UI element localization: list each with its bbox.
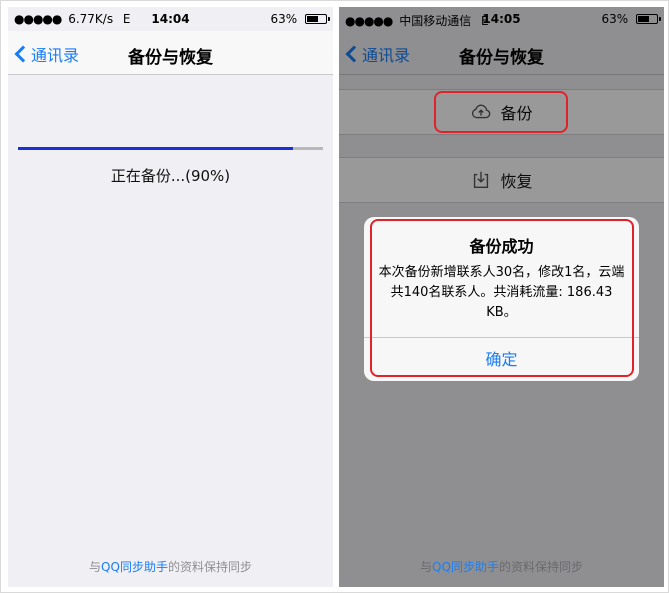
footer-sync-note: 与QQ同步助手的资料保持同步 (339, 558, 664, 575)
backup-progress-bar (18, 147, 323, 150)
battery-icon (305, 14, 330, 24)
footer-suffix: 的资料保持同步 (498, 560, 583, 574)
qq-sync-link[interactable]: QQ同步助手 (101, 560, 168, 574)
back-button[interactable]: 通讯录 (13, 42, 79, 66)
back-label: 通讯录 (31, 46, 80, 65)
footer-suffix: 的资料保持同步 (167, 560, 252, 574)
alert-message: 本次备份新增联系人30名，修改1名，云端共140名联系人。共消耗流量: 186.… (378, 265, 625, 320)
progress-status-text: 正在备份...(90%) (110, 167, 231, 185)
footer-prefix: 与 (420, 560, 433, 574)
status-bar: ●●●●● 6.77K/s E 14:04 63% (8, 7, 333, 31)
footer-sync-note: 与QQ同步助手的资料保持同步 (8, 558, 333, 575)
alert-title: 备份成功 (469, 237, 534, 256)
chevron-left-icon (14, 45, 32, 63)
battery-percent: 63% (270, 12, 298, 26)
nav-bar: 通讯录 备份与恢复 (8, 31, 333, 75)
progress-fill (18, 147, 293, 150)
phone-screen-backup-success: ●●●●● 中国移动通信 E 14:05 63% 通讯录 备份与恢复 备份 恢复… (339, 7, 664, 587)
qq-sync-link[interactable]: QQ同步助手 (432, 560, 499, 574)
footer-prefix: 与 (89, 560, 102, 574)
screenshot-frame: ●●●●● 6.77K/s E 14:04 63% 通讯录 备份与恢复 正在备份… (0, 0, 669, 593)
status-right: 63% (270, 12, 330, 26)
backup-success-alert: 备份成功 本次备份新增联系人30名，修改1名，云端共140名联系人。共消耗流量:… (364, 217, 639, 381)
alert-confirm-button[interactable]: 确定 (364, 337, 639, 381)
phone-screen-backup-progress: ●●●●● 6.77K/s E 14:04 63% 通讯录 备份与恢复 正在备份… (8, 7, 333, 587)
